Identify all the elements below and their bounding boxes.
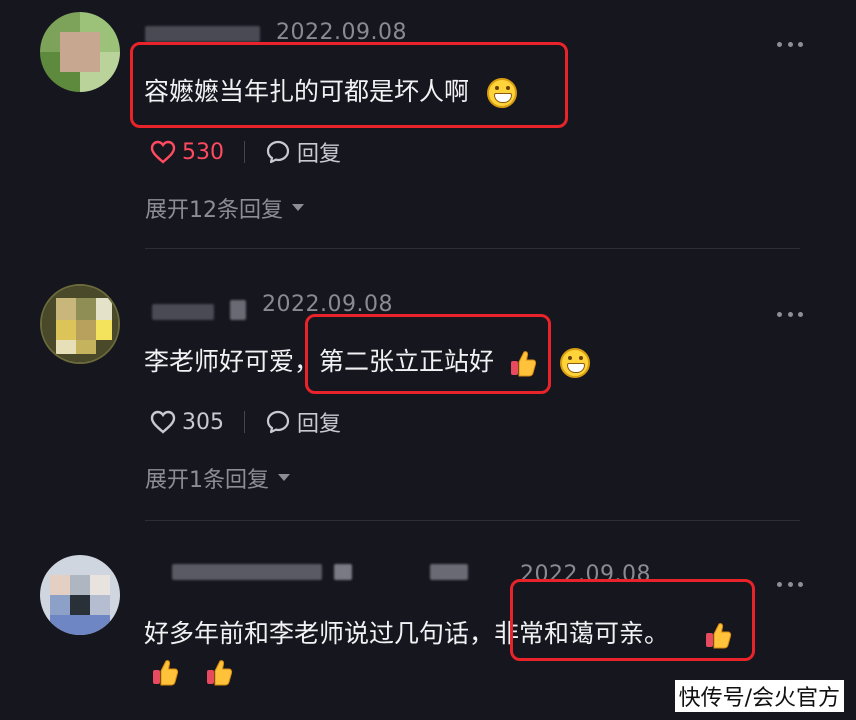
caret-down-icon (292, 204, 304, 211)
highlight-box (130, 42, 568, 128)
more-icon[interactable] (777, 312, 803, 318)
expand-replies-label: 展开12条回复 (145, 198, 283, 223)
username[interactable] (172, 564, 322, 580)
caret-down-icon (278, 474, 290, 481)
avatar[interactable] (40, 284, 120, 364)
avatar[interactable] (40, 555, 120, 635)
username[interactable] (430, 564, 468, 580)
expand-replies-label: 展开1条回复 (145, 468, 269, 493)
expand-replies-button[interactable]: 展开12条回复 (145, 192, 305, 224)
emoji-row (150, 656, 234, 687)
expand-replies-button[interactable]: 展开1条回复 (145, 462, 291, 494)
comment-text-part: 好多年前和李老师说过几句话， (144, 619, 495, 648)
comment-actions: 305 回复 (150, 406, 341, 438)
comment-actions: 530 回复 (150, 136, 341, 168)
reply-button[interactable]: 回复 (265, 406, 341, 438)
comment-bubble-icon (266, 410, 290, 434)
reply-label: 回复 (297, 412, 342, 437)
avatar[interactable] (40, 12, 120, 92)
more-icon[interactable] (777, 42, 803, 48)
divider (244, 411, 245, 433)
like-button[interactable]: 305 (150, 410, 224, 435)
comment-bubble-icon (266, 140, 290, 164)
more-icon[interactable] (777, 582, 803, 588)
username[interactable] (145, 26, 260, 42)
comment-text-part: 李老师好可爱， (144, 347, 320, 376)
heart-icon (150, 140, 176, 164)
thumbs-up-emoji-icon (206, 660, 233, 686)
reply-button[interactable]: 回复 (265, 136, 341, 168)
like-count: 305 (182, 409, 224, 435)
username[interactable] (152, 304, 214, 320)
like-button[interactable]: 530 (150, 140, 224, 165)
comment-divider (145, 248, 800, 249)
divider (244, 141, 245, 163)
highlight-box (305, 314, 551, 394)
heart-icon (150, 410, 176, 434)
reply-label: 回复 (297, 142, 342, 167)
grin-emoji-icon (559, 348, 590, 378)
highlight-box (510, 579, 755, 661)
username[interactable] (334, 564, 352, 580)
watermark: 快传号/会火官方 (674, 680, 844, 712)
thumbs-up-emoji-icon (153, 660, 179, 686)
comment-divider (145, 520, 800, 521)
like-count: 530 (182, 139, 224, 165)
username-badge (230, 300, 246, 320)
